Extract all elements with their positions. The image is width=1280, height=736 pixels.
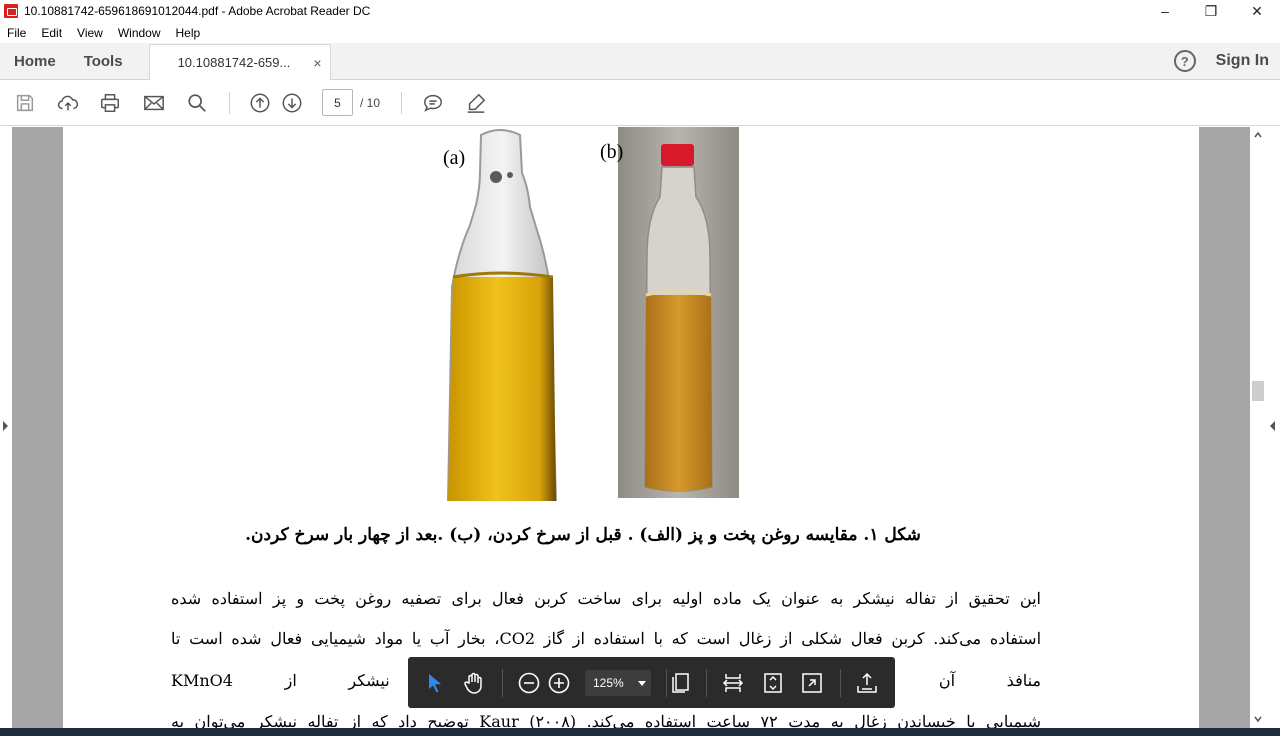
window-title: 10.10881742-659618691012044.pdf - Adobe …: [24, 4, 371, 18]
figure-label-a: (a): [443, 147, 466, 169]
help-icon[interactable]: ?: [1173, 50, 1196, 72]
toolbar-divider: [229, 92, 230, 114]
paragraph-line: این تحقیق از تفاله نیشکر به عنوان یک ماد…: [171, 589, 1041, 608]
expand-left-pane-icon[interactable]: [3, 421, 8, 431]
full-screen-icon[interactable]: [799, 670, 825, 696]
upload-cloud-icon[interactable]: [56, 91, 80, 115]
close-tab-icon[interactable]: ×: [313, 55, 321, 71]
page-layout-icon[interactable]: [667, 670, 693, 696]
vertical-scrollbar[interactable]: [1250, 127, 1266, 728]
toolbar-divider: [706, 669, 707, 697]
scroll-up-icon[interactable]: [1254, 131, 1262, 139]
highlight-pen-icon[interactable]: [464, 91, 488, 115]
print-icon[interactable]: [98, 91, 122, 115]
fit-page-icon[interactable]: [760, 670, 786, 696]
select-cursor-icon[interactable]: [422, 670, 448, 696]
menu-bar: File Edit View Window Help: [0, 22, 1280, 43]
main-toolbar: [0, 80, 1280, 126]
minimize-button[interactable]: –: [1142, 0, 1188, 22]
expand-right-pane-icon[interactable]: [1270, 421, 1275, 431]
zoom-out-icon[interactable]: [516, 670, 542, 696]
zoom-level-select[interactable]: 125%: [585, 670, 651, 696]
comment-icon[interactable]: [421, 91, 445, 115]
email-icon[interactable]: [142, 91, 166, 115]
zoom-in-icon[interactable]: [546, 670, 572, 696]
zoom-level-value: 125%: [593, 676, 624, 690]
toolbar-divider: [502, 669, 503, 697]
tab-document[interactable]: 10.10881742-659... ×: [148, 44, 331, 80]
hand-tool-icon[interactable]: [461, 670, 487, 696]
document-viewer[interactable]: (a) (b) شکل ۱. مقایسه روغن پخت و پز (الف…: [0, 127, 1280, 728]
scrollbar-thumb[interactable]: [1252, 381, 1264, 401]
page-number-input[interactable]: 5: [322, 89, 353, 116]
restore-button[interactable]: ❐: [1188, 0, 1234, 22]
search-icon[interactable]: [185, 91, 209, 115]
right-pane-toggle[interactable]: [1266, 127, 1280, 728]
toolbar-divider: [840, 669, 841, 697]
fit-width-icon[interactable]: [720, 670, 746, 696]
save-icon[interactable]: [13, 91, 37, 115]
figure-photo-b: [618, 127, 739, 498]
menu-help[interactable]: Help: [169, 26, 209, 40]
close-window-button[interactable]: ✕: [1234, 0, 1280, 22]
menu-edit[interactable]: Edit: [34, 26, 70, 40]
chevron-down-icon: [637, 680, 646, 686]
floating-page-toolbar: [408, 657, 895, 708]
tab-bar: Home Tools 10.10881742-659... × ? Sign I…: [0, 43, 1280, 80]
left-pane-toggle[interactable]: [0, 127, 12, 728]
share-export-icon[interactable]: [854, 670, 880, 696]
sign-in-button[interactable]: Sign In: [1216, 52, 1269, 70]
next-page-icon[interactable]: [280, 91, 304, 115]
menu-view[interactable]: View: [70, 26, 111, 40]
menu-window[interactable]: Window: [111, 26, 169, 40]
previous-page-icon[interactable]: [248, 91, 272, 115]
page-total: / 10: [360, 96, 381, 110]
title-bar: 10.10881742-659618691012044.pdf - Adobe …: [0, 0, 1280, 22]
os-taskbar: [0, 728, 1280, 736]
tab-bar-right: ? Sign In: [1173, 43, 1280, 79]
menu-file[interactable]: File: [0, 26, 34, 40]
tab-document-label: 10.10881742-659...: [177, 55, 291, 70]
tab-home[interactable]: Home: [0, 43, 70, 79]
figure-photo-a: [438, 127, 561, 501]
scroll-down-icon[interactable]: [1254, 715, 1262, 723]
paragraph-line: استفاده می‌کند. کربن فعال شکلی از زغال ا…: [171, 629, 1041, 648]
tab-tools[interactable]: Tools: [70, 43, 137, 79]
acrobat-pdf-icon: [4, 4, 18, 18]
figure-label-b: (b): [600, 141, 624, 163]
figure-caption: شکل ۱. مقایسه روغن پخت و پز (الف) . قبل …: [245, 525, 921, 545]
paragraph-line: شیمیایی با خیساندن زغال به مدت ۷۲ ساعت ا…: [171, 712, 1041, 728]
pdf-page: (a) (b) شکل ۱. مقایسه روغن پخت و پز (الف…: [63, 127, 1199, 728]
toolbar-divider: [401, 92, 402, 114]
